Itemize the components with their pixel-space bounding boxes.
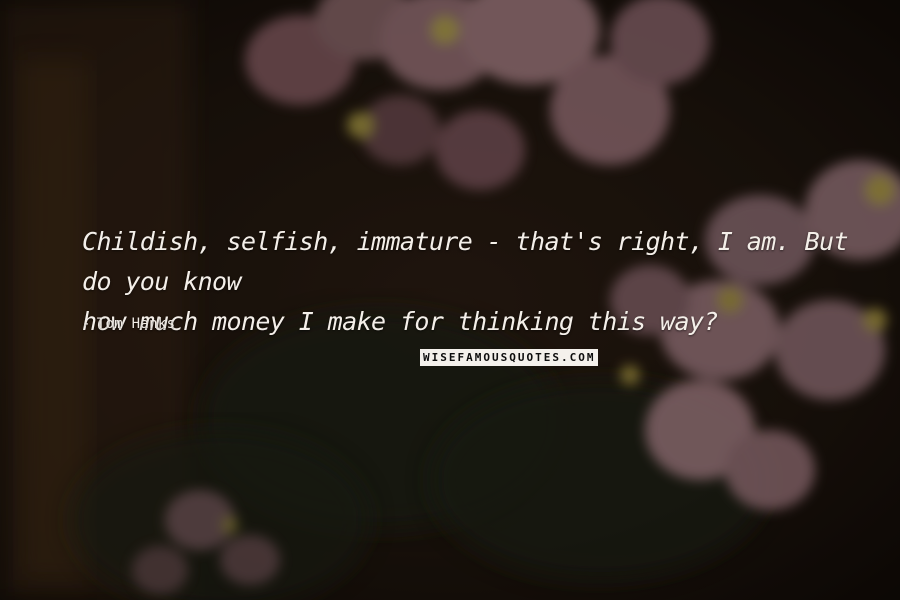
quote-line-2: how much money I make for thinking this …	[82, 307, 718, 336]
quote-block: Childish, selfish, immature - that's rig…	[82, 222, 862, 342]
quote-text: Childish, selfish, immature - that's rig…	[82, 222, 862, 342]
author-name: Tom Hanks	[96, 316, 176, 332]
site-watermark: WISEFAMOUSQUOTES.COM	[420, 349, 599, 366]
quote-author: - Tom Hanks	[82, 316, 175, 332]
quote-card: Childish, selfish, immature - that's rig…	[0, 0, 900, 600]
author-dash: -	[82, 316, 91, 332]
quote-line-1: Childish, selfish, immature - that's rig…	[82, 227, 849, 296]
